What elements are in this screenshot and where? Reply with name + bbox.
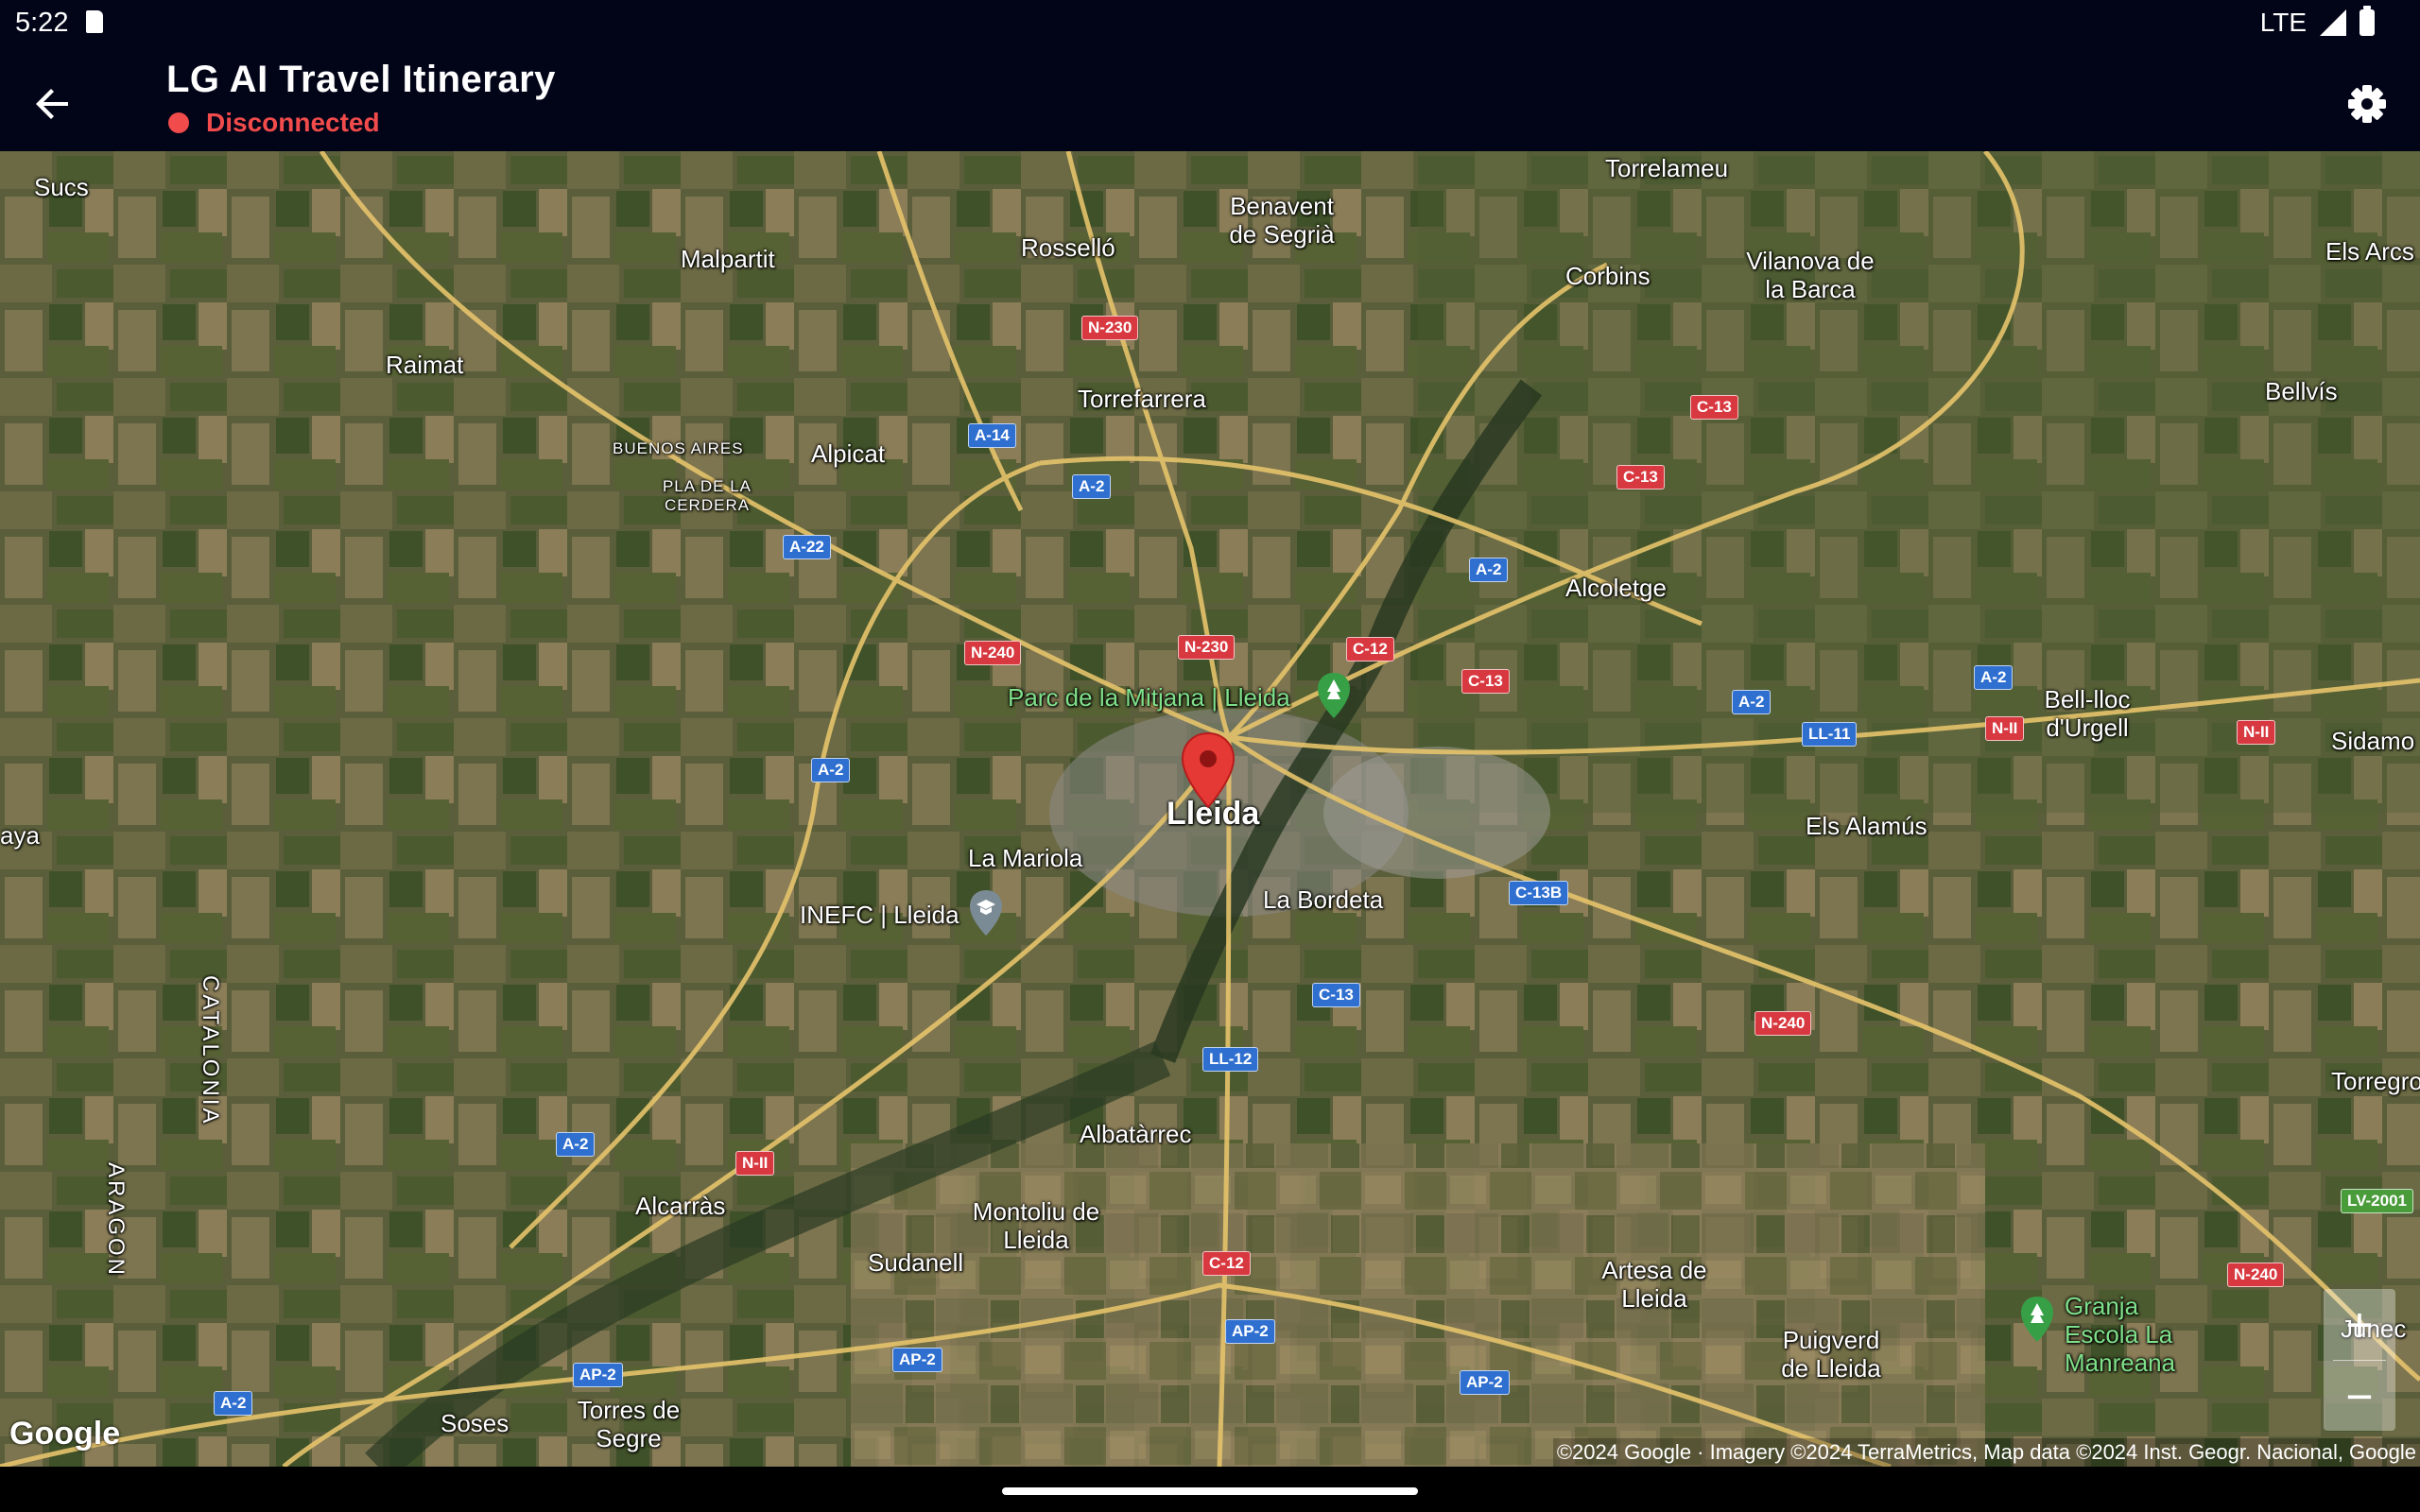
road-shield: A-2 <box>1072 474 1112 499</box>
map-view[interactable]: Sucs Malpartit Rosselló Benavent de Segr… <box>0 151 2420 1467</box>
poi-label[interactable]: INEFC | Lleida <box>800 901 959 930</box>
road-shield: A-2 <box>214 1391 253 1416</box>
zoom-out-button[interactable]: − <box>2324 1361 2395 1432</box>
signal-icon <box>2320 9 2346 36</box>
road-shield: N-230 <box>1178 635 1236 660</box>
navigation-bar <box>0 1467 2420 1512</box>
road-shield: LV-2001 <box>2341 1189 2414 1213</box>
status-dot-icon <box>168 112 189 133</box>
place-label: Raimat <box>386 351 464 379</box>
sd-card-icon <box>86 10 103 33</box>
road-shield: N-230 <box>1081 316 1139 340</box>
place-label: Torregross <box>2331 1067 2420 1095</box>
road-shield: N-240 <box>2227 1263 2285 1287</box>
place-label: Vilanova de la Barca <box>1746 247 1875 303</box>
road-shield: N-II <box>1985 716 2025 741</box>
place-label: aya <box>0 821 40 850</box>
road-shield: N-II <box>735 1151 775 1176</box>
status-bar: 5:22 LTE <box>0 0 2420 45</box>
road-shield: LL-12 <box>1202 1047 1259 1072</box>
road-shield: N-240 <box>964 641 1022 665</box>
road-shield: A-2 <box>811 758 851 782</box>
zoom-controls: + − <box>2324 1289 2395 1431</box>
home-gesture-handle[interactable] <box>1002 1487 1418 1495</box>
road-shield: C-12 <box>1202 1251 1251 1276</box>
school-icon[interactable] <box>968 888 1004 937</box>
place-label: Sidamo <box>2331 727 2415 755</box>
status-time: 5:22 <box>15 8 69 38</box>
place-label: PLA DE LA CERDERA <box>662 477 752 514</box>
arrow-back-icon <box>36 89 68 119</box>
road-shield: C-13 <box>1690 395 1738 420</box>
zoom-in-button[interactable]: + <box>2324 1289 2395 1360</box>
road-shield: A-2 <box>556 1132 596 1157</box>
place-label: La Mariola <box>968 844 1083 872</box>
park-icon[interactable] <box>1316 671 1352 720</box>
place-label: Sucs <box>34 173 89 201</box>
place-label: Soses <box>441 1409 510 1437</box>
road-shield: AP-2 <box>892 1348 942 1372</box>
gear-icon <box>2348 85 2386 123</box>
place-label: BUENOS AIRES <box>613 439 744 457</box>
place-label: Torres de Segre <box>577 1396 681 1452</box>
page-title: LG AI Travel Itinerary <box>166 59 556 100</box>
road-shield: A-14 <box>968 423 1016 448</box>
road-shield: AP-2 <box>1225 1319 1275 1344</box>
road-shield: LL-11 <box>1802 722 1858 747</box>
place-label: Albatàrrec <box>1080 1120 1192 1148</box>
road-shield: C-13 <box>1461 669 1510 694</box>
settings-button[interactable] <box>2337 74 2397 134</box>
place-label: Benavent de Segrià <box>1229 192 1335 249</box>
road-shield: C-12 <box>1346 637 1394 662</box>
poi-label[interactable]: Granja Escola La Manreana <box>2065 1292 2197 1378</box>
road-shield: A-22 <box>783 535 831 559</box>
region-label: ARAGON <box>103 1162 129 1279</box>
connection-status: Disconnected <box>168 108 380 138</box>
road-shield: N-240 <box>1754 1011 1812 1036</box>
road-shield: C-13 <box>1312 983 1360 1007</box>
road-shield: AP-2 <box>573 1363 623 1387</box>
google-logo: Google <box>9 1416 121 1452</box>
place-label: Alpicat <box>811 439 886 468</box>
place-label: Puigverd de Lleida <box>1781 1326 1881 1383</box>
location-pin-icon[interactable] <box>1180 731 1236 809</box>
place-label: Sudanell <box>868 1248 964 1277</box>
map-attribution[interactable]: ©2024 Google · Imagery ©2024 TerraMetric… <box>1552 1438 2420 1467</box>
place-label: Els Alamús <box>1806 812 1927 840</box>
road-shield: A-2 <box>1974 665 2014 690</box>
road-shield: A-2 <box>1732 690 1772 714</box>
network-type: LTE <box>2259 8 2307 37</box>
place-label: Els Arcs <box>2325 237 2414 266</box>
road-shield: N-II <box>2237 720 2276 745</box>
place-label: Alcoletge <box>1565 574 1667 602</box>
place-label: Torrelameu <box>1605 154 1729 182</box>
place-label: La Bordeta <box>1263 885 1384 914</box>
place-label: Bell-lloc d'Urgell <box>2044 685 2131 742</box>
back-button[interactable] <box>23 74 83 134</box>
poi-label[interactable]: Parc de la Mitjana | Lleida <box>1008 683 1290 713</box>
place-label: Torrefarrera <box>1078 385 1206 413</box>
connection-status-text: Disconnected <box>206 108 380 137</box>
region-label: CATALONIA <box>198 975 223 1126</box>
place-label: Corbins <box>1565 262 1651 290</box>
place-label: Alcarràs <box>635 1192 726 1220</box>
place-label: Bellvís <box>2265 377 2338 405</box>
road-shield: C-13B <box>1509 881 1569 905</box>
road-shield: C-13 <box>1616 465 1665 490</box>
place-label: Malpartit <box>681 245 775 273</box>
place-label: Artesa de Lleida <box>1601 1256 1707 1313</box>
park-icon[interactable] <box>2019 1295 2055 1344</box>
place-label: Montoliu de Lleida <box>972 1197 1100 1254</box>
place-label: Rosselló <box>1021 233 1115 262</box>
battery-icon <box>2360 6 2375 36</box>
road-shield: AP-2 <box>1460 1370 1510 1395</box>
road-shield: A-2 <box>1469 558 1509 582</box>
app-bar: LG AI Travel Itinerary Disconnected <box>0 45 2420 151</box>
